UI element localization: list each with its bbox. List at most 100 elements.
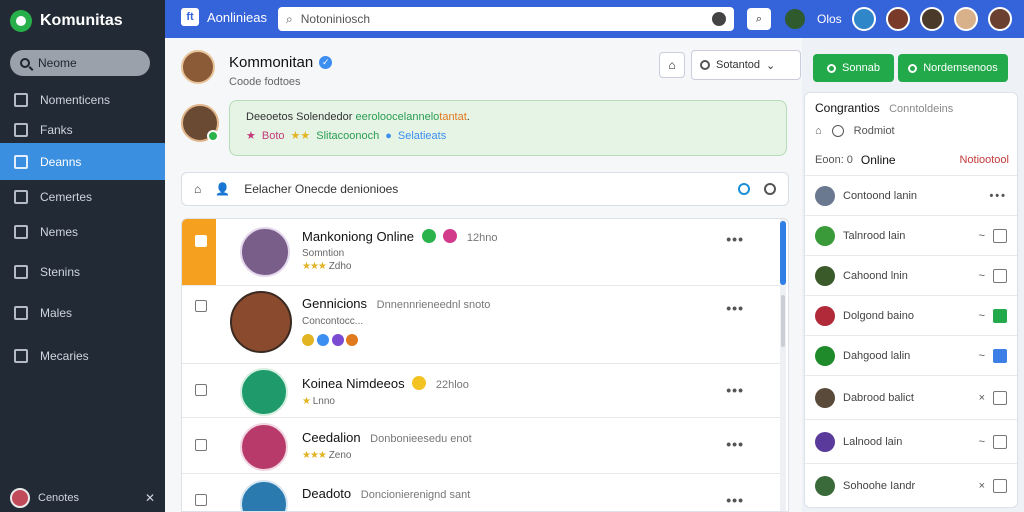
avatar[interactable] xyxy=(240,227,290,277)
status-dropdown[interactable]: Sotantod ⌄ xyxy=(691,50,801,80)
avatar[interactable] xyxy=(240,423,288,471)
notice-highlight: eeroloocelannelo xyxy=(355,111,440,123)
avatar xyxy=(815,265,835,286)
main-content: Kommonitan ✓ Coode fodtoes ⌂ Sotantod ⌄ … xyxy=(165,38,802,512)
sidebar-item-cemertes[interactable]: Cemertes xyxy=(0,180,165,214)
sidebar-item-deanns[interactable]: Deanns xyxy=(0,143,165,180)
feed-row[interactable]: Mankoniong Online 12hno Somntion ★★★ Zdh… xyxy=(182,219,780,286)
notice-link[interactable]: Boto xyxy=(262,130,285,142)
notes-icon xyxy=(14,225,28,239)
feed-scrollbar[interactable] xyxy=(780,219,786,511)
scrollbar-thumb[interactable] xyxy=(780,221,786,285)
feed-row[interactable]: Koinea Nimdeeos 22hloo ★ Lnno ••• xyxy=(182,364,780,418)
settings-icon[interactable] xyxy=(712,12,726,26)
member-row[interactable]: Sohoohe Iandr × xyxy=(805,463,1017,507)
search-button[interactable]: ⌕ xyxy=(747,8,771,30)
row-checkbox[interactable] xyxy=(195,384,207,396)
member-action[interactable]: × xyxy=(979,392,985,404)
member-row[interactable]: Cahoond lnin ~ xyxy=(805,255,1017,295)
member-row[interactable]: Dahgood lalin ~ xyxy=(805,335,1017,375)
home-button[interactable]: ⌂ xyxy=(659,52,685,78)
members-button[interactable]: Nordemsenoos xyxy=(898,54,1008,82)
online-button[interactable]: Sonnab xyxy=(813,54,894,82)
notice-link-3[interactable]: Selatieats xyxy=(398,130,446,142)
home-icon: ⌂ xyxy=(668,58,676,72)
notify-link[interactable]: Notiootool xyxy=(959,154,1009,166)
badge-icon xyxy=(316,334,329,346)
member-checkbox[interactable] xyxy=(993,268,1007,283)
clock-icon[interactable] xyxy=(764,183,776,195)
badge-icon xyxy=(443,229,458,243)
more-icon[interactable]: ••• xyxy=(989,190,1007,202)
avatar[interactable] xyxy=(919,7,944,31)
more-icon[interactable]: ••• xyxy=(726,382,744,398)
avatar[interactable] xyxy=(783,7,807,31)
avatar[interactable] xyxy=(230,291,292,353)
member-row[interactable]: Dolgond baino ~ xyxy=(805,295,1017,335)
row-title-text: Gennicions xyxy=(302,296,368,311)
post-placeholder: Eelacher Onecde denionioes xyxy=(244,182,399,196)
member-action[interactable]: ~ xyxy=(979,310,985,322)
feed-row[interactable]: Deadoto Doncionierenignd sant ••• xyxy=(182,474,780,511)
member-checkbox[interactable] xyxy=(993,228,1007,243)
member-checkbox[interactable] xyxy=(993,390,1007,405)
sidebar-item-fanks[interactable]: Fanks xyxy=(0,113,165,147)
avatar[interactable] xyxy=(10,488,30,508)
member-action[interactable]: × xyxy=(979,480,985,492)
avatar[interactable] xyxy=(885,7,910,31)
more-icon[interactable]: ••• xyxy=(726,231,744,247)
more-icon[interactable]: ••• xyxy=(726,300,744,316)
users-icon xyxy=(14,93,28,107)
member-row[interactable]: Contoond lanin ••• xyxy=(805,175,1017,215)
member-action[interactable]: ~ xyxy=(979,270,985,282)
emoji-icon[interactable] xyxy=(738,183,750,195)
avatar[interactable] xyxy=(953,7,978,31)
sidebar-item-label: Nomenticens xyxy=(40,93,111,107)
member-row[interactable]: Lalnood lain ~ xyxy=(805,419,1017,463)
sidebar-item-mecaries[interactable]: Mecaries xyxy=(0,339,165,373)
home-icon[interactable]: ⌂ xyxy=(815,125,822,137)
avatar[interactable] xyxy=(851,7,876,31)
more-icon[interactable]: ••• xyxy=(726,436,744,452)
member-action[interactable]: ~ xyxy=(979,436,985,448)
avatar[interactable] xyxy=(987,7,1012,31)
member-row[interactable]: Dabrood balict × xyxy=(805,375,1017,419)
sidebar-item-stenins[interactable]: Stenins xyxy=(0,255,165,289)
member-action[interactable]: ~ xyxy=(979,350,985,362)
member-checkbox[interactable] xyxy=(993,434,1007,449)
member-action[interactable]: ~ xyxy=(979,230,985,242)
feed-row[interactable]: Ceedalion Donbonieesedu enot ★★★ Zeno ••… xyxy=(182,418,780,474)
feed-row[interactable]: Gennicions Dnnennrieneednl snoto Concont… xyxy=(182,286,780,364)
sidebar-item-members[interactable]: Nomenticens xyxy=(0,83,165,117)
avatar xyxy=(815,185,835,206)
more-icon[interactable]: ••• xyxy=(726,492,744,508)
top-search-input[interactable]: ⌕ Notoniniosch xyxy=(278,7,734,31)
row-checkbox[interactable] xyxy=(195,439,207,451)
brand[interactable]: Komunitas xyxy=(10,8,123,34)
avatar xyxy=(815,475,835,496)
top-app-label: Aonlinieas xyxy=(207,9,267,25)
top-app-switcher[interactable]: ft Aonlinieas xyxy=(181,8,267,26)
member-checkbox[interactable] xyxy=(993,348,1007,363)
group-avatar[interactable] xyxy=(181,50,215,84)
post-input[interactable]: ⌂ 👤 Eelacher Onecde denionioes xyxy=(181,172,789,206)
row-checkbox[interactable] xyxy=(195,300,207,312)
avatar[interactable] xyxy=(240,368,288,416)
notice-text-end: . xyxy=(466,111,470,123)
collapse-icon[interactable]: ✕ xyxy=(145,491,155,505)
notice-avatar[interactable] xyxy=(181,104,219,142)
avatar[interactable] xyxy=(240,480,288,511)
sidebar-item-males[interactable]: Males xyxy=(0,296,165,330)
sidebar-footer[interactable]: Cenotes ✕ xyxy=(10,486,155,510)
clock-icon[interactable] xyxy=(831,125,844,137)
member-checkbox[interactable] xyxy=(993,308,1007,323)
notice-link-2[interactable]: Slitacoonoch xyxy=(316,130,379,142)
member-name: Contoond lanin xyxy=(843,189,918,202)
row-checkbox[interactable] xyxy=(195,235,207,247)
member-row[interactable]: Talnrood lain ~ xyxy=(805,215,1017,255)
member-checkbox[interactable] xyxy=(993,478,1007,493)
row-checkbox[interactable] xyxy=(195,494,207,506)
online-prefix: Eoon: 0 xyxy=(815,154,853,166)
sidebar-item-nemes[interactable]: Nemes xyxy=(0,215,165,249)
sidebar-search[interactable]: Neome xyxy=(10,50,150,76)
